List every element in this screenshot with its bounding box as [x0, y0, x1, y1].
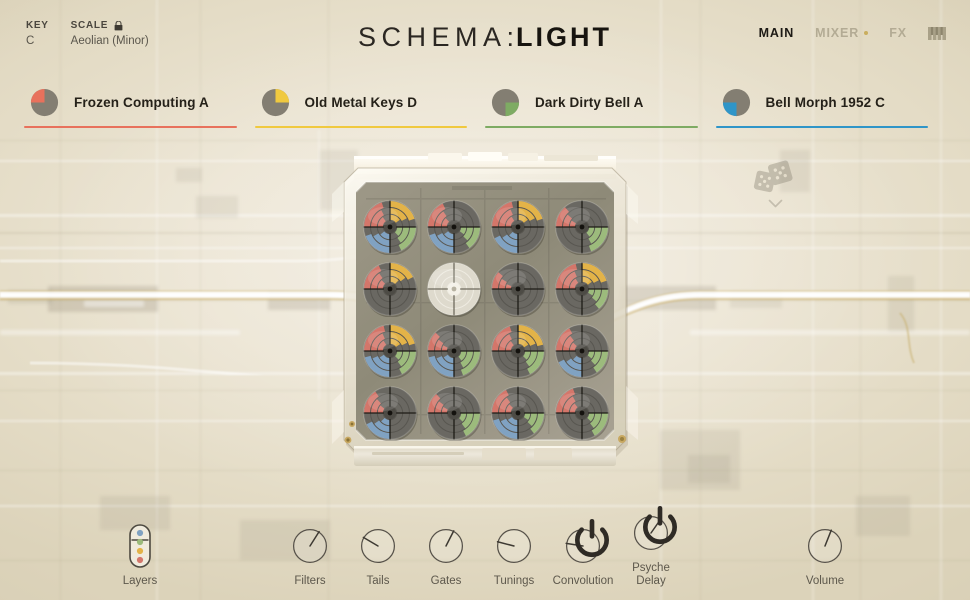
layer-cell[interactable] — [550, 320, 614, 382]
layer-cell-dial — [555, 386, 610, 441]
layer-cell[interactable] — [422, 320, 486, 382]
layer-cell-dial — [363, 324, 418, 379]
layer-tab-2[interactable]: Old Metal Keys D — [254, 76, 486, 128]
top-navigation: MAIN MIXER FX — [759, 26, 946, 40]
layer-tab-underline — [485, 125, 698, 128]
layer-cell-dial — [363, 262, 418, 317]
knob-tunings[interactable] — [494, 526, 534, 566]
plugin-window: KEY C SCALE Aeolian (Minor) SCHEMA:LIGHT — [0, 0, 970, 600]
control-label-gates: Gates — [430, 575, 462, 587]
knob-dial — [292, 528, 328, 564]
layer-cell[interactable] — [358, 258, 422, 320]
nav-tab-mixer[interactable]: MIXER — [815, 26, 869, 40]
knob-dial — [360, 528, 396, 564]
layer-cell-grid — [358, 196, 614, 444]
layer-tab-bar: Frozen Computing A Old Metal Keys D Dark D… — [0, 76, 970, 128]
layer-cell[interactable] — [358, 196, 422, 258]
power-icon-psyche-delay[interactable] — [640, 506, 680, 546]
control-label-psyche-delay: Psyche Delay — [632, 562, 670, 587]
knob-gates[interactable] — [426, 526, 466, 566]
bottom-control-bar: Layers Filters Tails Gates Tunings Convolutio… — [0, 490, 970, 600]
layer-tab-pie-icon — [722, 88, 750, 116]
layer-cell-dial — [491, 200, 546, 255]
layer-cell-dial — [491, 324, 546, 379]
layer-cell-dial — [555, 200, 610, 255]
control-label-layers: Layers — [122, 575, 158, 587]
knob-convolution[interactable] — [563, 519, 609, 566]
layer-tab-pie-icon — [261, 88, 289, 116]
layer-cell-dial — [427, 324, 482, 379]
nav-tab-mixer-label: MIXER — [815, 26, 860, 40]
layer-cell[interactable] — [486, 196, 550, 258]
layer-cell[interactable] — [422, 382, 486, 444]
layer-tab-name: Old Metal Keys D — [304, 94, 418, 110]
chevron-down-icon[interactable] — [768, 199, 783, 208]
layer-tab-pie-icon — [491, 88, 520, 116]
layer-tab-name: Dark Dirty Bell A — [535, 94, 644, 110]
control-label-filters: Filters — [294, 575, 326, 587]
control-layers[interactable]: Layers — [94, 524, 186, 588]
nav-tab-fx-label: FX — [889, 26, 907, 40]
layer-cell-dial — [427, 262, 482, 317]
knob-dial — [807, 528, 843, 564]
layer-tab-1[interactable]: Frozen Computing A — [24, 76, 255, 128]
layer-grid-device — [332, 152, 638, 472]
knob-volume[interactable] — [805, 526, 845, 566]
knob-dial — [496, 528, 532, 564]
layer-cell-dial — [555, 324, 610, 379]
layer-cell[interactable] — [422, 258, 486, 320]
layers-icon — [129, 524, 151, 568]
nav-tab-fx[interactable]: FX — [889, 26, 907, 40]
layer-cell-dial — [363, 200, 418, 255]
layer-cell[interactable] — [486, 382, 550, 444]
control-volume[interactable]: Volume — [779, 526, 871, 588]
control-label-tails: Tails — [366, 575, 390, 587]
layer-cell[interactable] — [550, 258, 614, 320]
layer-cell-dial — [427, 386, 482, 441]
nav-tab-main-label: MAIN — [758, 26, 795, 40]
control-psyche-delay[interactable]: Psyche Delay — [605, 506, 697, 588]
layer-cell-dial — [491, 262, 546, 317]
knob-filters[interactable] — [290, 526, 330, 566]
knob-dial — [428, 528, 464, 564]
layer-cell-dial — [427, 200, 482, 255]
layer-cell[interactable] — [550, 196, 614, 258]
mixer-indicator-dot — [864, 31, 869, 35]
layer-tab-underline — [715, 125, 928, 128]
control-label-tunings: Tunings — [493, 575, 535, 587]
brand-bold: LIGHT — [516, 22, 613, 52]
layer-tab-4[interactable]: Bell Morph 1952 C — [715, 76, 947, 128]
layer-cell[interactable] — [550, 382, 614, 444]
control-label-volume: Volume — [805, 575, 845, 587]
layer-tab-name: Bell Morph 1952 C — [765, 94, 886, 110]
dice-icon — [753, 160, 793, 193]
layer-cell-dial — [555, 262, 610, 317]
nav-tab-main[interactable]: MAIN — [759, 26, 795, 40]
layer-tab-underline — [24, 125, 237, 128]
layer-cell[interactable] — [486, 320, 550, 382]
header-bar: KEY C SCALE Aeolian (Minor) SCHEMA:LIGHT — [0, 0, 970, 66]
piano-keys-icon[interactable] — [928, 26, 946, 40]
brand-colon: : — [506, 22, 517, 52]
layer-cell-dial — [491, 386, 546, 441]
randomize-button[interactable] — [752, 160, 798, 208]
layer-cell[interactable] — [358, 320, 422, 382]
layer-tab-name: Frozen Computing A — [74, 94, 209, 110]
brand-thin: SCHEMA — [357, 22, 507, 52]
knob-tails[interactable] — [358, 526, 398, 566]
layer-cell[interactable] — [422, 196, 486, 258]
layer-cell[interactable] — [358, 382, 422, 444]
layer-tab-underline — [254, 125, 467, 128]
layer-tab-pie-icon — [30, 88, 59, 116]
layer-tab-3[interactable]: Dark Dirty Bell A — [485, 76, 716, 128]
layer-cell-dial — [363, 386, 418, 441]
knob-psyche-delay[interactable] — [631, 506, 677, 553]
layer-cell[interactable] — [486, 258, 550, 320]
